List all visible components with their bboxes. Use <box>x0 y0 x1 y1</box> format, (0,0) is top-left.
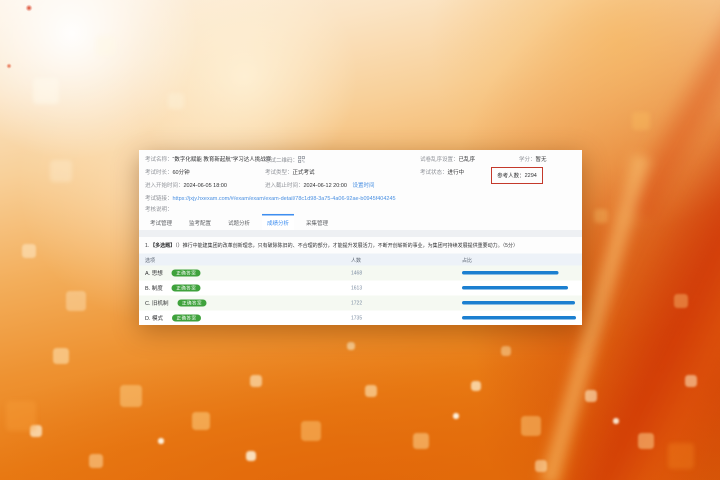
background-bokeh-glows <box>0 0 2 2</box>
exam-duration-field: 考试时长：60分钟 <box>145 169 190 176</box>
option-label: D. 模式 <box>145 314 163 322</box>
ratio-bar <box>462 316 576 320</box>
credit-label: 学分： <box>519 157 536 163</box>
end-time-value: 2024-06-12 20:00 <box>304 183 347 189</box>
option-count: 1613 <box>351 285 462 291</box>
status-label: 考试状态： <box>420 170 448 176</box>
exam-status-field: 考试状态：进行中 <box>420 169 464 176</box>
exam-link-label: 考试链接： <box>145 196 173 202</box>
question-text: （）推行中能建集团的改革创新理念，只有破除陈旧的、不合理的部分，才能提升发展活力… <box>175 243 503 249</box>
participants-highlight-box: 参考人数：2294 <box>491 167 543 184</box>
option-label: B. 制度 <box>145 284 163 292</box>
start-time-value: 2024-06-05 18:00 <box>184 183 227 189</box>
credit-field: 学分：暂无 <box>519 156 547 163</box>
table-row: A. 思想 正确答案 1468 <box>139 266 582 281</box>
option-count: 1722 <box>351 300 462 306</box>
type-value: 正式考试 <box>293 170 315 176</box>
ratio-bar-track <box>462 301 576 305</box>
exam-qrcode-field: 考试二维码： <box>265 156 305 165</box>
start-time-field: 进入开始时间：2024-06-05 18:00 <box>145 182 227 189</box>
tab-bar: 考试管理 监考配置 试题分析 成绩分析 采集管理 <box>145 214 340 230</box>
header-option: 选项 <box>139 256 351 264</box>
shuffle-label: 试卷乱序设置： <box>420 157 459 163</box>
note-label: 考核说明： <box>145 207 173 213</box>
question-number: 1. <box>145 243 149 249</box>
header-ratio: 占比 <box>462 256 576 264</box>
ratio-bar <box>462 301 575 305</box>
option-count: 1468 <box>351 270 462 276</box>
tab-data-management[interactable]: 采集管理 <box>301 214 333 230</box>
header-count: 人数 <box>351 256 462 264</box>
table-row: B. 制度 正确答案 1613 <box>139 281 582 296</box>
end-time-label: 进入截止时间： <box>265 183 304 189</box>
exam-name-field: 考试名称：“数字化赋能 教育新起航”学习达人挑战赛 <box>145 156 271 163</box>
exam-link-url[interactable]: https://jxjy.hxexam.com/#/exam/exam/exam… <box>173 196 396 202</box>
exam-type-field: 考试类型：正式考试 <box>265 169 315 176</box>
correct-answer-badge: 正确答案 <box>172 270 201 277</box>
table-row: D. 模式 正确答案 1735 <box>139 311 582 326</box>
question-type-tag: 【多选题】 <box>150 243 175 249</box>
background-bokeh-sparkles <box>0 0 2 2</box>
background-red-streak-2 <box>611 0 720 235</box>
duration-label: 考试时长： <box>145 170 173 176</box>
tab-exam-management[interactable]: 考试管理 <box>145 214 177 230</box>
exam-admin-panel: 考试名称：“数字化赋能 教育新起航”学习达人挑战赛 考试二维码： 试卷乱序设置：… <box>139 150 582 325</box>
qr-code-icon[interactable] <box>298 156 305 165</box>
start-time-label: 进入开始时间： <box>145 183 184 189</box>
options-table-header: 选项 人数 占比 <box>139 254 582 266</box>
exam-link-field: 考试链接：https://jxjy.hxexam.com/#/exam/exam… <box>145 195 396 202</box>
exam-name-label: 考试名称： <box>145 157 173 163</box>
exam-name-value: “数字化赋能 教育新起航”学习达人挑战赛 <box>173 157 272 163</box>
correct-answer-badge: 正确答案 <box>172 315 201 322</box>
question-score: （5分） <box>503 243 518 249</box>
option-label: C. 旧机制 <box>145 299 169 307</box>
participants-label: 参考人数： <box>497 172 525 180</box>
question-analysis-card: 1.【多选题】（）推行中能建集团的改革创新理念，只有破除陈旧的、不合理的部分，才… <box>139 237 582 325</box>
ratio-bar-track <box>462 316 576 320</box>
credit-value: 暂无 <box>536 157 547 163</box>
duration-value: 60分钟 <box>173 170 190 176</box>
option-count: 1735 <box>351 315 462 321</box>
set-time-link[interactable]: 设置时间 <box>352 183 374 189</box>
correct-answer-badge: 正确答案 <box>178 300 207 307</box>
ratio-bar <box>462 271 558 275</box>
option-label: A. 思想 <box>145 269 163 277</box>
exam-qrcode-label: 考试二维码： <box>265 158 298 164</box>
shuffle-setting-field: 试卷乱序设置：已乱序 <box>420 156 475 163</box>
ratio-bar-track <box>462 271 576 275</box>
tab-proctor-config[interactable]: 监考配置 <box>184 214 216 230</box>
correct-answer-badge: 正确答案 <box>172 285 201 292</box>
type-label: 考试类型： <box>265 170 293 176</box>
exam-info-card: 考试名称：“数字化赋能 教育新起航”学习达人挑战赛 考试二维码： 试卷乱序设置：… <box>139 150 582 230</box>
ratio-bar-track <box>462 286 576 290</box>
end-time-field: 进入截止时间：2024-06-12 20:00 设置时间 <box>265 182 374 189</box>
tab-question-analysis[interactable]: 试题分析 <box>223 214 255 230</box>
status-value: 进行中 <box>448 170 465 176</box>
note-field: 考核说明： <box>145 206 173 213</box>
shuffle-value: 已乱序 <box>459 157 476 163</box>
options-table: 选项 人数 占比 A. 思想正确答案 1468 B. 制度正确答案 1613 C… <box>139 254 582 326</box>
question-line: 1.【多选题】（）推行中能建集团的改革创新理念，只有破除陈旧的、不合理的部分，才… <box>139 237 582 252</box>
ratio-bar <box>462 286 568 290</box>
table-row: C. 旧机制 正确答案 1722 <box>139 296 582 311</box>
participants-value: 2294 <box>525 173 537 179</box>
tab-score-analysis[interactable]: 成绩分析 <box>262 214 294 230</box>
desktop-background: 考试名称：“数字化赋能 教育新起航”学习达人挑战赛 考试二维码： 试卷乱序设置：… <box>0 0 720 480</box>
